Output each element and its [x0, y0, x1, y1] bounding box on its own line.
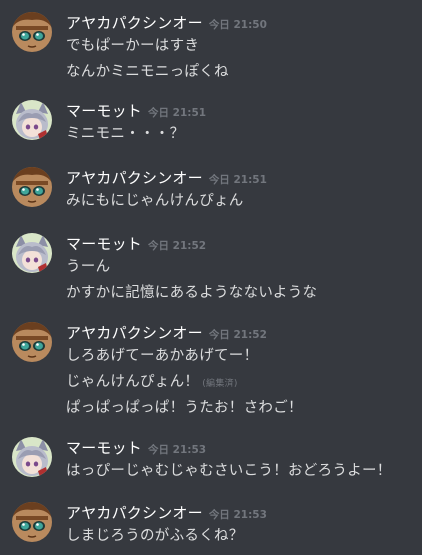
- username[interactable]: アヤカパクシンオー: [66, 14, 203, 32]
- message-text: しまじろうのがふるくね？: [66, 528, 244, 544]
- timestamp[interactable]: 今日 21:50: [209, 19, 267, 31]
- user-avatar[interactable]: [12, 233, 52, 273]
- message-text: でもぱーかーはすき: [66, 38, 200, 54]
- message-text: ミニモニ・・・？: [66, 126, 185, 142]
- user-avatar[interactable]: [12, 502, 52, 542]
- message-header: マーモット 今日 21:51: [66, 100, 206, 120]
- message-header: アヤカパクシンオー 今日 21:52: [66, 322, 267, 342]
- message-text: じゃんけんぴょん！: [66, 374, 200, 390]
- message-text: はっぴーじゃむじゃむさいこう！おどろうよー！: [66, 463, 392, 479]
- message-header: アヤカパクシンオー 今日 21:53: [66, 502, 267, 522]
- message-text: うーん: [66, 259, 111, 275]
- username[interactable]: アヤカパクシンオー: [66, 324, 203, 342]
- message-text: かすかに記憶にあるようなないような: [66, 285, 318, 301]
- username[interactable]: マーモット: [66, 439, 142, 457]
- timestamp[interactable]: 今日 21:51: [148, 107, 206, 119]
- user-avatar[interactable]: [12, 322, 52, 362]
- message-list: アヤカパクシンオー 今日 21:50 でもぱーかーはすき なんかミニモニっぽくね …: [0, 0, 422, 555]
- brown-hair-girl-avatar-icon: [12, 167, 52, 207]
- silver-hair-catgirl-avatar-icon: [12, 233, 52, 273]
- user-avatar[interactable]: [12, 100, 52, 140]
- user-avatar[interactable]: [12, 167, 52, 207]
- message-header: マーモット 今日 21:53: [66, 437, 206, 457]
- silver-hair-catgirl-avatar-icon: [12, 100, 52, 140]
- user-avatar[interactable]: [12, 12, 52, 52]
- brown-hair-girl-avatar-icon: [12, 322, 52, 362]
- timestamp[interactable]: 今日 21:53: [209, 509, 267, 521]
- edited-marker[interactable]: (編集済): [202, 379, 238, 389]
- username[interactable]: アヤカパクシンオー: [66, 169, 203, 187]
- brown-hair-girl-avatar-icon: [12, 12, 52, 52]
- message-header: マーモット 今日 21:52: [66, 233, 206, 253]
- timestamp[interactable]: 今日 21:52: [209, 329, 267, 341]
- user-avatar[interactable]: [12, 437, 52, 477]
- username[interactable]: アヤカパクシンオー: [66, 504, 203, 522]
- message-text: しろあげてーあかあげてー！: [66, 348, 259, 364]
- timestamp[interactable]: 今日 21:52: [148, 240, 206, 252]
- message-text: ぱっぱっぱっぱ！うたお！さわご！: [66, 400, 303, 416]
- username[interactable]: マーモット: [66, 235, 142, 253]
- timestamp[interactable]: 今日 21:53: [148, 444, 206, 456]
- message-text: みにもにじゃんけんぴょん: [66, 193, 244, 209]
- username[interactable]: マーモット: [66, 102, 142, 120]
- message-text: なんかミニモニっぽくね: [66, 64, 229, 80]
- message-header: アヤカパクシンオー 今日 21:51: [66, 167, 267, 187]
- silver-hair-catgirl-avatar-icon: [12, 437, 52, 477]
- timestamp[interactable]: 今日 21:51: [209, 174, 267, 186]
- message-header: アヤカパクシンオー 今日 21:50: [66, 12, 267, 32]
- brown-hair-girl-avatar-icon: [12, 502, 52, 542]
- message-text-edited: じゃんけんぴょん！ (編集済): [66, 370, 238, 391]
